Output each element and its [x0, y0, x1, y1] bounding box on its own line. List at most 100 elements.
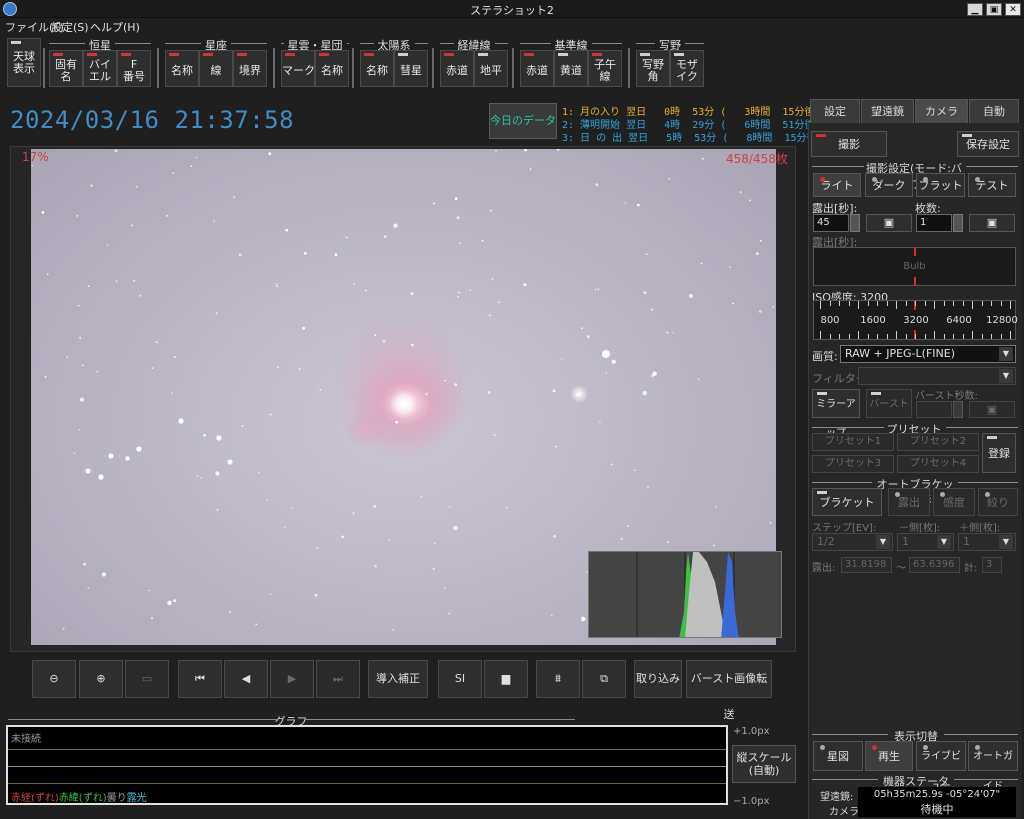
si-icon[interactable]: SI — [438, 660, 482, 698]
iso-slider[interactable]: 800 1600 3200 6400 12800 — [813, 300, 1018, 340]
toolbar-button[interactable]: 赤道 — [520, 50, 554, 87]
toolbar-button[interactable]: バイ エル — [83, 50, 117, 87]
star — [77, 304, 80, 307]
frames-set-button[interactable]: ▣ — [969, 214, 1015, 232]
preset-2-button[interactable]: プリセット2 — [897, 433, 979, 451]
vertical-scale-button[interactable]: 縦スケール (自動) — [732, 745, 796, 783]
maximize-button[interactable]: ▣ — [986, 3, 1002, 16]
star — [41, 211, 45, 214]
iso-tick — [820, 301, 821, 309]
tab-auto[interactable]: 自動 — [969, 99, 1019, 124]
star — [87, 586, 90, 589]
step-dropdown[interactable]: 1/2 ▼ — [812, 533, 893, 551]
star — [498, 301, 501, 304]
sky-view-button[interactable]: 天球 表示 — [7, 38, 41, 87]
exposure-set-button[interactable]: ▣ — [866, 214, 912, 232]
star — [634, 469, 636, 472]
toolbar-button[interactable]: 名称 — [165, 50, 199, 87]
bracket-aperture-button[interactable]: 絞り — [978, 488, 1018, 516]
toolbar-button[interactable]: 地平 — [474, 50, 508, 87]
skip-last-icon[interactable]: ⏭ — [316, 660, 360, 698]
star — [173, 599, 177, 602]
tab-camera[interactable]: カメラ — [915, 99, 968, 124]
close-button[interactable]: ✕ — [1005, 3, 1021, 16]
frames-input[interactable]: 1 — [916, 214, 952, 232]
mirror-up-button[interactable]: ミラーアップ — [812, 389, 860, 439]
plus-side-dropdown[interactable]: 1 ▼ — [958, 533, 1016, 551]
capture-button[interactable]: 取り込み — [634, 660, 682, 698]
tab-telescope[interactable]: 望遠鏡 — [861, 99, 914, 124]
preset-4-button[interactable]: プリセット4 — [897, 455, 979, 473]
burst-seconds-spinner[interactable] — [953, 401, 963, 418]
preset-1-button[interactable]: プリセット1 — [812, 433, 894, 451]
display-star-map-button[interactable]: 星図 — [813, 741, 863, 771]
display-liveview-button[interactable]: ライブビュー — [916, 741, 966, 792]
bracket-exposure-button[interactable]: 露出 — [888, 488, 930, 516]
burst-transfer-button[interactable]: バースト画像転送 — [686, 660, 772, 721]
today-data-button[interactable]: 今日のデータ — [489, 103, 557, 139]
register-button[interactable]: 登録 — [982, 433, 1016, 473]
folder-icon[interactable]: ▆ — [484, 660, 528, 698]
bulb-slider[interactable]: Bulb — [813, 247, 1016, 286]
display-autoguide-button[interactable]: オートガイド — [968, 741, 1018, 792]
mode-button[interactable]: フラット — [916, 173, 965, 197]
toolbar-button[interactable]: 名称 — [315, 50, 349, 87]
display-playback-button[interactable]: 再生 — [865, 741, 913, 771]
mode-button[interactable]: テスト — [968, 173, 1016, 197]
mode-button[interactable]: ライト — [813, 173, 861, 197]
display-star-map-label: 星図 — [827, 750, 849, 763]
preset-3-button[interactable]: プリセット3 — [812, 455, 894, 473]
toolbar-button[interactable]: 写野 角 — [636, 50, 670, 87]
minimize-button[interactable]: ▁ — [967, 3, 983, 16]
quality-value: RAW + JPEG-L(FINE) — [845, 347, 955, 360]
toolbar-button[interactable]: 名称 — [360, 50, 394, 87]
bright-star — [108, 453, 114, 459]
bracket-button[interactable]: ブラケット — [812, 488, 882, 516]
section-line — [812, 166, 864, 167]
burst-seconds-input[interactable] — [916, 401, 952, 418]
toolbar-button[interactable]: マーク — [281, 50, 315, 87]
mode-indicator-icon — [820, 177, 825, 182]
graph-zero-line — [8, 766, 726, 767]
chevron-down-icon: ▼ — [937, 535, 951, 549]
exposure-spinner[interactable] — [850, 214, 860, 232]
filter-dropdown[interactable]: ▼ — [858, 367, 1016, 385]
bracket-iso-button[interactable]: 感度 — [933, 488, 975, 516]
skip-first-icon[interactable]: ⏮ — [178, 660, 222, 698]
toolbar-button[interactable]: 赤道 — [440, 50, 474, 87]
burst-set-button[interactable]: ▣ — [969, 401, 1015, 418]
star — [87, 285, 90, 288]
histogram-icon[interactable]: ⩩ — [536, 660, 580, 698]
toolbar-group-line — [165, 43, 201, 44]
toolbar-button[interactable]: 子午 線 — [588, 50, 622, 87]
burst-button[interactable]: バースト — [866, 389, 912, 418]
compare-icon[interactable]: ⧉ — [582, 660, 626, 698]
quality-dropdown[interactable]: RAW + JPEG-L(FINE) ▼ — [840, 345, 1016, 363]
toolbar-button[interactable]: モザ イク — [670, 50, 704, 87]
minus-side-dropdown[interactable]: 1 ▼ — [897, 533, 954, 551]
toolbar-button[interactable]: 黄道 — [554, 50, 588, 87]
star — [697, 378, 700, 380]
frames-spinner[interactable] — [953, 214, 963, 232]
toolbar-button[interactable]: 彗星 — [394, 50, 428, 87]
save-settings-button[interactable]: 保存設定 — [957, 131, 1019, 157]
menu-help[interactable]: ヘルプ(H) — [90, 19, 140, 35]
guide-correction-button[interactable]: 導入補正 — [368, 660, 428, 698]
star — [382, 340, 386, 343]
toolbar-button[interactable]: 固有 名 — [49, 50, 83, 87]
toolbar-button[interactable]: 線 — [199, 50, 233, 87]
shoot-button[interactable]: 撮影 — [811, 131, 887, 157]
menu-settings[interactable]: 設定(S) — [51, 19, 89, 35]
toolbar-button[interactable]: F 番号 — [117, 50, 151, 87]
exposure-input[interactable]: 45 — [813, 214, 849, 232]
zoom-in-icon[interactable]: ⊕ — [79, 660, 123, 698]
tab-settings[interactable]: 設定 — [810, 99, 860, 124]
play-icon[interactable]: ▶ — [270, 660, 314, 698]
toolbar-button[interactable]: 境界 — [233, 50, 267, 87]
fit-screen-icon[interactable]: ▭ — [125, 660, 169, 698]
current-datetime: 2024/03/16 21:37:58 — [10, 106, 295, 134]
zoom-out-icon[interactable]: ⊖ — [32, 660, 76, 698]
star — [203, 433, 206, 437]
previous-icon[interactable]: ◀ — [224, 660, 268, 698]
mode-button[interactable]: ダーク — [865, 173, 913, 197]
